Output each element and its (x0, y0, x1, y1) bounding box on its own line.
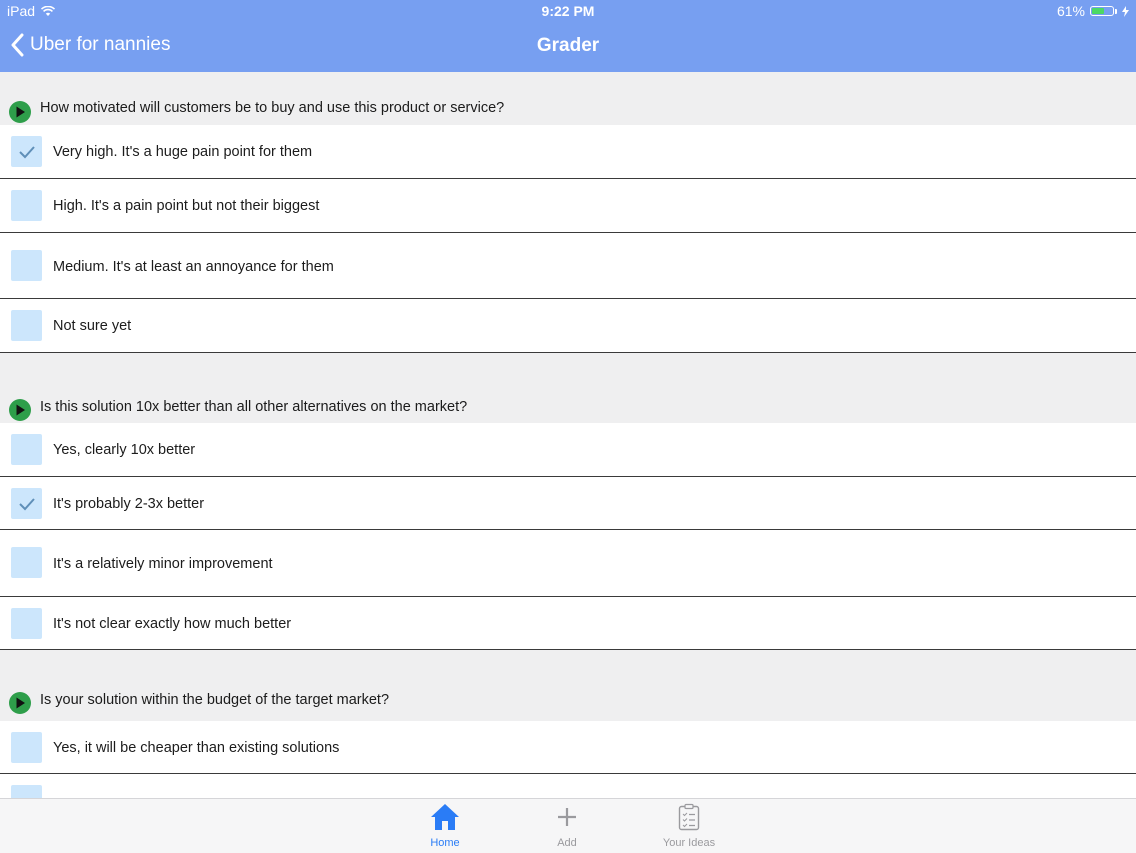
option-row[interactable]: Medium. It's at least an annoyance for t… (0, 233, 1136, 299)
option-row[interactable]: Yes, it will be cheaper than existing so… (0, 721, 1136, 774)
tab-bar: Home Add Your Ideas (0, 798, 1136, 853)
question-list[interactable]: How motivated will customers be to buy a… (0, 72, 1136, 798)
option-label: Not sure yet (53, 318, 132, 334)
option-row[interactable]: It's a relatively minor improvement (0, 530, 1136, 597)
plus-icon (558, 808, 576, 826)
checkbox[interactable] (11, 250, 42, 281)
header: iPad 9:22 PM 61% Uber for nannies Grader (0, 0, 1136, 72)
option-label: Medium. It's at least an annoyance for t… (53, 259, 334, 275)
status-right: 61% (1057, 3, 1129, 19)
home-icon (431, 804, 459, 830)
play-arrow-icon (9, 692, 31, 714)
question-header: Is your solution within the budget of th… (0, 650, 1136, 721)
tab-add[interactable]: Add (522, 803, 612, 849)
checkbox[interactable] (11, 310, 42, 341)
nav-bar: Uber for nannies Grader (0, 22, 1136, 72)
option-label: It's a relatively minor improvement (53, 556, 273, 572)
checkmark-icon (18, 145, 35, 158)
option-label: High. It's a pain point but not their bi… (53, 198, 320, 214)
question-header: How motivated will customers be to buy a… (0, 72, 1136, 125)
option-row[interactable] (0, 774, 1136, 798)
play-arrow-icon (9, 399, 31, 421)
battery-tip (1115, 8, 1117, 14)
checkbox[interactable] (11, 732, 42, 763)
status-bar: iPad 9:22 PM 61% (0, 0, 1136, 22)
option-label: Very high. It's a huge pain point for th… (53, 144, 313, 160)
battery-icon (1090, 6, 1114, 16)
checkmark-icon (18, 497, 35, 510)
tab-home[interactable]: Home (400, 803, 490, 849)
option-row[interactable]: Very high. It's a huge pain point for th… (0, 125, 1136, 179)
tab-your-ideas[interactable]: Your Ideas (644, 803, 734, 849)
option-label: Yes, it will be cheaper than existing so… (53, 740, 340, 756)
option-row[interactable]: High. It's a pain point but not their bi… (0, 179, 1136, 233)
checkbox[interactable] (11, 785, 42, 798)
tab-your-ideas-label: Your Ideas (662, 837, 716, 849)
option-label: It's not clear exactly how much better (53, 616, 292, 632)
question-text: How motivated will customers be to buy a… (40, 100, 505, 116)
checkbox[interactable] (11, 136, 42, 167)
page-title: Grader (536, 35, 600, 56)
option-row[interactable]: Not sure yet (0, 299, 1136, 353)
question-text: Is this solution 10x better than all oth… (40, 399, 468, 415)
status-time: 9:22 PM (541, 3, 595, 19)
question-header: Is this solution 10x better than all oth… (0, 353, 1136, 423)
battery-fill (1092, 8, 1104, 14)
tab-add-label: Add (557, 837, 577, 849)
checkbox[interactable] (11, 547, 42, 578)
option-row[interactable]: Yes, clearly 10x better (0, 423, 1136, 477)
checkbox[interactable] (11, 434, 42, 465)
checkbox[interactable] (11, 488, 42, 519)
charging-bolt-icon (1122, 5, 1129, 17)
option-label: Yes, clearly 10x better (53, 442, 196, 458)
battery-percent: 61% (1056, 3, 1085, 19)
checkbox[interactable] (11, 608, 42, 639)
checkbox[interactable] (11, 190, 42, 221)
clipboard-list-icon (678, 803, 700, 831)
option-row[interactable]: It's not clear exactly how much better (0, 597, 1136, 650)
tab-home-label: Home (430, 837, 460, 849)
play-arrow-icon (9, 101, 31, 123)
option-row[interactable]: It's probably 2-3x better (0, 477, 1136, 530)
option-label: It's probably 2-3x better (53, 496, 205, 512)
question-text: Is your solution within the budget of th… (40, 692, 390, 708)
